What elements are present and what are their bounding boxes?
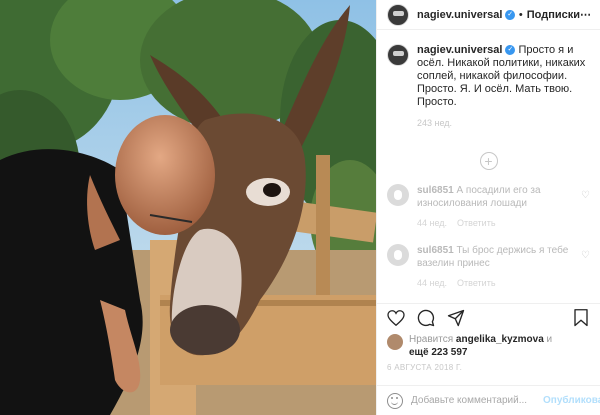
- comment-item: sul6851 А посадили его за износилования …: [377, 184, 600, 230]
- comment-time[interactable]: 44 нед.: [417, 278, 447, 288]
- like-heart-icon[interactable]: [385, 307, 407, 329]
- post-date[interactable]: 6 АВГУСТА 2018 Г.: [387, 363, 462, 372]
- caption: nagiev.universal ✓ Просто я и осёл. Никак…: [377, 44, 600, 130]
- comment-like-heart-icon[interactable]: ♡: [581, 250, 590, 261]
- caption-avatar[interactable]: [387, 44, 409, 66]
- liker-avatar[interactable]: [387, 334, 403, 350]
- reply-button[interactable]: Ответить: [457, 218, 495, 228]
- comments-list[interactable]: nagiev.universal ✓ Просто я и осёл. Никак…: [377, 44, 600, 296]
- verified-badge-icon: ✓: [505, 9, 515, 20]
- post-header: nagiev.universal ✓ • Подписки ⋯: [377, 0, 600, 30]
- caption-time[interactable]: 243 нед.: [417, 117, 590, 130]
- photo-illustration: [0, 0, 376, 415]
- comment-item: sul6851 Ты брос держись я тебе вазелин п…: [377, 244, 600, 290]
- author-avatar[interactable]: [387, 3, 409, 26]
- bookmark-icon[interactable]: [570, 307, 592, 329]
- caption-verified-badge-icon: ✓: [505, 45, 516, 56]
- liker-username[interactable]: angelika_kyzmova: [456, 334, 544, 345]
- likes-prefix: Нравится: [409, 334, 454, 345]
- likes-count[interactable]: ещё 223 597: [409, 347, 468, 358]
- emoji-smile-icon[interactable]: [387, 392, 403, 409]
- more-horizontal-icon[interactable]: ⋯: [580, 8, 592, 21]
- comment-avatar[interactable]: [387, 244, 409, 266]
- comment-avatar[interactable]: [387, 184, 409, 206]
- post-actions: [377, 303, 600, 331]
- caption-username[interactable]: nagiev.universal: [417, 44, 502, 56]
- likes-summary: Нравится angelika_kyzmova и ещё 223 597: [387, 333, 592, 359]
- post-photo[interactable]: [0, 0, 376, 415]
- comment-input[interactable]: [411, 395, 543, 406]
- plus-circle-icon[interactable]: +: [479, 152, 498, 170]
- author-username[interactable]: nagiev.universal: [417, 9, 502, 21]
- comment-bubble-icon[interactable]: [415, 307, 437, 329]
- comment-like-heart-icon[interactable]: ♡: [581, 190, 590, 201]
- header-separator: •: [518, 8, 523, 21]
- comment-time[interactable]: 44 нед.: [417, 218, 447, 228]
- reply-button[interactable]: Ответить: [457, 278, 495, 288]
- share-send-icon[interactable]: [445, 307, 467, 329]
- comment-username[interactable]: sul6851: [417, 245, 454, 256]
- following-button[interactable]: Подписки: [527, 9, 580, 21]
- comment-username[interactable]: sul6851: [417, 185, 454, 196]
- post-sidebar: nagiev.universal ✓ • Подписки ⋯ nagiev.u…: [376, 0, 600, 415]
- likes-and: и: [546, 334, 553, 345]
- add-comment-bar: Опубликовать: [377, 385, 600, 415]
- publish-button[interactable]: Опубликовать: [543, 395, 600, 406]
